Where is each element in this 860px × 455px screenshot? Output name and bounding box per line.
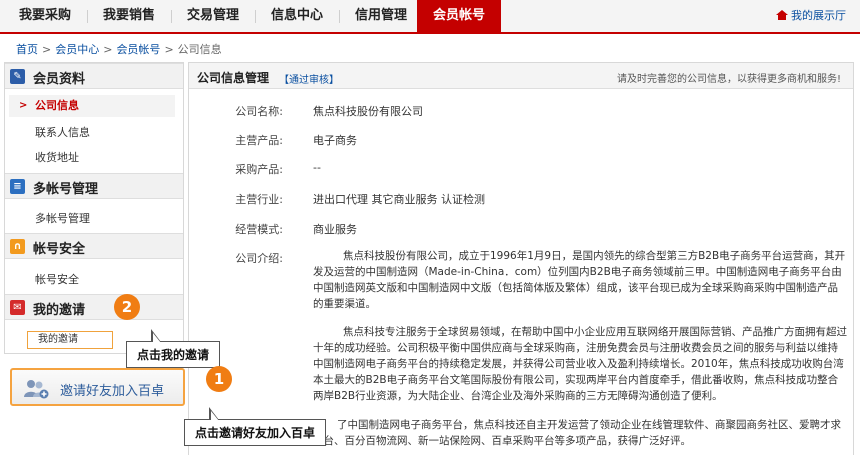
callout-text: 点击邀请好友加入百卓 xyxy=(195,426,316,440)
showroom-link[interactable]: 我的展示厅 xyxy=(776,0,846,32)
tab-divider xyxy=(339,10,340,23)
add-people-icon xyxy=(24,380,49,399)
company-info-panel: 公司信息管理 【通过审核】 请及时完善您的公司信息，以获得更多商机和服务! 公司… xyxy=(188,62,854,455)
field-label-main-products: 主营产品: xyxy=(235,134,283,147)
breadcrumb-current: 公司信息 xyxy=(177,43,222,56)
step-badge-1: 1 xyxy=(206,366,232,392)
tab-divider xyxy=(87,10,88,23)
company-intro-paragraph: 焦点科技专注服务于全球贸易领域，在帮助中国中小企业应用互联网络开展国际营销、产品… xyxy=(313,326,847,402)
sidebar-section-account-security: ∩ 帐号安全 xyxy=(5,233,183,259)
multi-account-icon: ≡ xyxy=(10,179,25,194)
breadcrumb: 首页 > 会员中心 > 会员帐号 > 公司信息 xyxy=(16,43,222,56)
sidebar: ✎ 会员资料 > 公司信息 联系人信息 收货地址 ≡ 多帐号管理 多帐号管理 ∩ … xyxy=(4,62,184,354)
tab-purchase[interactable]: 我要采购 xyxy=(8,0,82,32)
tab-member-account[interactable]: 会员帐号 xyxy=(417,0,501,32)
field-label-business-model: 经营模式: xyxy=(235,223,283,236)
sidebar-item-my-invite[interactable]: 我的邀请 xyxy=(27,331,113,349)
breadcrumb-home[interactable]: 首页 xyxy=(16,43,38,56)
tab-trade[interactable]: 交易管理 xyxy=(176,0,250,32)
page-title: 公司信息管理 xyxy=(197,71,270,85)
tab-sales[interactable]: 我要销售 xyxy=(92,0,166,32)
sidebar-item-multi-account[interactable]: 多帐号管理 xyxy=(35,210,90,226)
breadcrumb-member-center[interactable]: 会员中心 xyxy=(55,43,99,56)
sidebar-section-member-info: ✎ 会员资料 xyxy=(5,63,183,89)
sidebar-section-title: 我的邀请 xyxy=(33,303,86,318)
tab-divider xyxy=(171,10,172,23)
lock-icon: ∩ xyxy=(10,239,25,254)
callout-click-invite-friends: 点击邀请好友加入百卓 xyxy=(184,407,327,446)
home-icon xyxy=(776,10,788,20)
tab-credit[interactable]: 信用管理 xyxy=(344,0,418,32)
field-label-purchase-products: 采购产品: xyxy=(235,163,283,176)
sidebar-item-shipping-address[interactable]: 收货地址 xyxy=(35,149,79,165)
invite-friends-label: 邀请好友加入百卓 xyxy=(60,384,165,399)
tab-divider xyxy=(255,10,256,23)
sidebar-section-title: 帐号安全 xyxy=(33,242,86,257)
sidebar-section-my-invite: ✉ 我的邀请 xyxy=(5,294,183,320)
panel-header: 公司信息管理 【通过审核】 请及时完善您的公司信息，以获得更多商机和服务! xyxy=(189,63,853,89)
breadcrumb-member-account[interactable]: 会员帐号 xyxy=(116,43,160,56)
showroom-label: 我的展示厅 xyxy=(791,9,846,22)
sidebar-section-title: 会员资料 xyxy=(33,72,86,87)
sidebar-item-company-info[interactable]: > 公司信息 xyxy=(9,95,175,117)
sidebar-item-account-security[interactable]: 帐号安全 xyxy=(35,271,79,287)
field-value-main-products: 电子商务 xyxy=(313,134,357,147)
sidebar-item-contact-info[interactable]: 联系人信息 xyxy=(35,124,90,140)
top-nav: 我要采购 我要销售 交易管理 信息中心 信用管理 会员帐号 我的展示厅 xyxy=(0,0,860,34)
chevron-right-icon: > xyxy=(19,100,28,111)
audit-status-badge: 【通过审核】 xyxy=(279,75,339,86)
callout-click-my-invite: 点击我的邀请 xyxy=(126,329,221,368)
field-label-main-industry: 主营行业: xyxy=(235,193,283,206)
member-info-icon: ✎ xyxy=(10,69,25,84)
sidebar-section-multi-account: ≡ 多帐号管理 xyxy=(5,173,183,199)
field-value-company-name: 焦点科技股份有限公司 xyxy=(313,105,423,118)
field-value-business-model: 商业服务 xyxy=(313,223,357,236)
sidebar-section-title: 多帐号管理 xyxy=(33,182,99,197)
tab-info-center[interactable]: 信息中心 xyxy=(260,0,334,32)
callout-text: 点击我的邀请 xyxy=(137,348,210,362)
field-value-purchase-products: -- xyxy=(313,161,321,174)
company-intro-paragraph: 了中国制造网电子商务平台，焦点科技还自主开发运营了领动企业在线管理软件、商聚园商… xyxy=(313,419,841,447)
complete-info-tip: 请及时完善您的公司信息，以获得更多商机和服务! xyxy=(616,74,841,85)
invite-friends-button[interactable]: 邀请好友加入百卓 xyxy=(10,368,185,406)
field-value-main-industry: 进出口代理 其它商业服务 认证检测 xyxy=(313,193,485,206)
company-intro-paragraph: 焦点科技股份有限公司，成立于1996年1月9日，是国内领先的综合型第三方B2B电… xyxy=(313,250,846,310)
field-label-company-intro: 公司介绍: xyxy=(235,252,283,265)
field-label-company-name: 公司名称: xyxy=(235,105,283,118)
step-badge-2: 2 xyxy=(114,294,140,320)
invite-icon: ✉ xyxy=(10,300,25,315)
